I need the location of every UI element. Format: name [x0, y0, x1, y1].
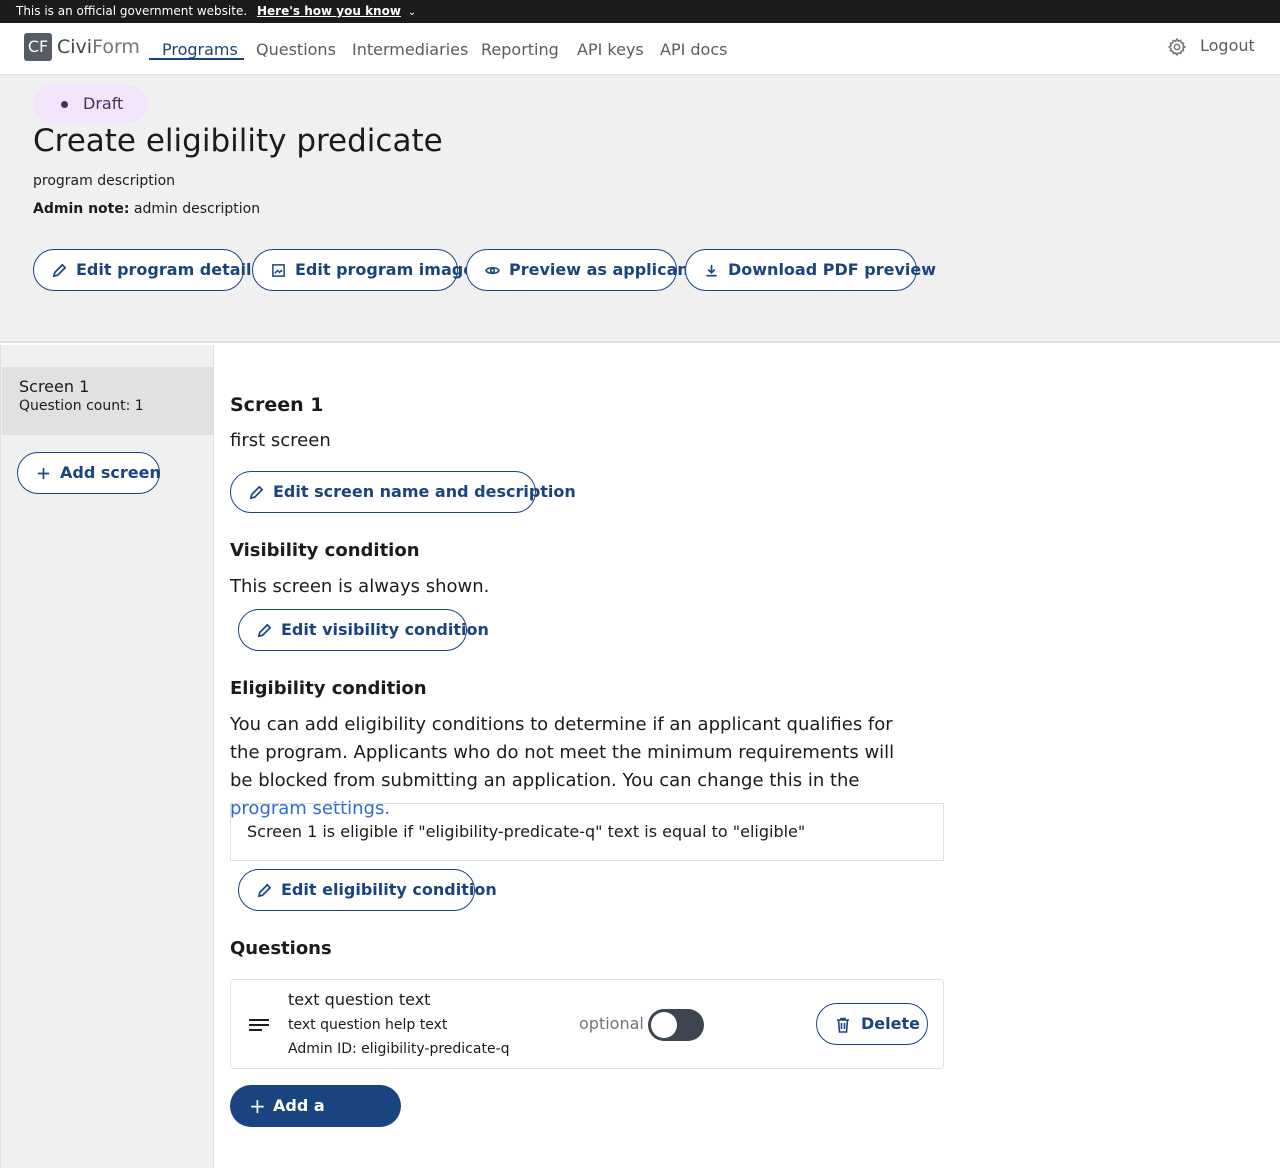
- logout-link[interactable]: Logout: [1200, 36, 1255, 55]
- pencil-icon: [249, 485, 264, 500]
- page-title: Create eligibility predicate: [33, 123, 443, 159]
- pencil-icon: [257, 623, 272, 638]
- program-description: program description: [33, 173, 176, 189]
- status-badge: Draft: [33, 85, 148, 123]
- question-admin-id: Admin ID: eligibility-predicate-q: [288, 1041, 510, 1057]
- screens-sidebar: Screen 1 Question count: 1 Add screen: [0, 345, 214, 1168]
- program-header: Draft Create eligibility predicate progr…: [0, 75, 1280, 343]
- plus-icon: +: [249, 1094, 266, 1118]
- download-pdf-preview-button[interactable]: Download PDF preview: [685, 249, 936, 291]
- nav-intermediaries[interactable]: Intermediaries: [352, 40, 468, 59]
- toggle-knob: [651, 1012, 677, 1038]
- how-you-know-link[interactable]: Here's how you know: [257, 4, 401, 18]
- add-screen-button[interactable]: Add screen: [17, 452, 161, 494]
- screen-description: first screen: [230, 430, 331, 451]
- screen-title: Screen 1: [230, 394, 324, 416]
- status-dot-icon: [61, 101, 68, 108]
- text-lines-icon: [249, 1019, 269, 1031]
- plus-icon: [37, 467, 50, 480]
- edit-program-image-button[interactable]: Edit program image: [252, 249, 474, 291]
- edit-visibility-button[interactable]: Edit visibility condition: [238, 609, 489, 651]
- sidebar-item-screen-1[interactable]: Screen 1 Question count: 1: [2, 367, 213, 435]
- pencil-icon: [257, 883, 272, 898]
- admin-note: Admin note: admin description: [33, 201, 260, 217]
- eligibility-heading: Eligibility condition: [230, 678, 427, 699]
- logo-text: CiviForm: [57, 36, 140, 58]
- pencil-icon: [52, 263, 67, 278]
- logo[interactable]: CF CiviForm: [24, 33, 140, 61]
- logo-mark: CF: [24, 33, 52, 61]
- eligibility-predicate: Screen 1 is eligible if "eligibility-pre…: [230, 803, 944, 861]
- chevron-down-icon[interactable]: ⌄: [408, 1, 416, 24]
- trash-icon: [837, 1017, 849, 1033]
- preview-as-applicant-button[interactable]: Preview as applicant: [466, 249, 696, 291]
- admin-note-label: Admin note:: [33, 201, 130, 217]
- eye-icon: [485, 266, 500, 275]
- admin-note-value: admin description: [133, 201, 261, 217]
- screen-name: Screen 1: [19, 377, 90, 396]
- question-text: text question text: [288, 990, 431, 1009]
- image-icon: [272, 264, 285, 277]
- question-help-text: text question help text: [288, 1017, 448, 1033]
- nav-questions[interactable]: Questions: [256, 40, 336, 59]
- nav-active-indicator: [149, 58, 244, 60]
- edit-program-details-button[interactable]: Edit program details: [33, 249, 261, 291]
- edit-screen-name-button[interactable]: Edit screen name and description: [230, 471, 576, 513]
- question-count: Question count: 1: [19, 398, 144, 414]
- visibility-heading: Visibility condition: [230, 540, 420, 561]
- edit-eligibility-button[interactable]: Edit eligibility condition: [238, 869, 497, 911]
- nav-programs[interactable]: Programs: [162, 40, 238, 59]
- nav-reporting[interactable]: Reporting: [481, 40, 559, 59]
- add-question-button[interactable]: + Add a question: [230, 1085, 401, 1157]
- nav-api-docs[interactable]: API docs: [660, 40, 727, 59]
- download-icon: [706, 264, 717, 277]
- delete-question-button[interactable]: Delete: [816, 1003, 928, 1045]
- gear-icon[interactable]: [1167, 37, 1187, 57]
- gov-banner: This is an official government website. …: [0, 0, 1280, 23]
- visibility-text: This screen is always shown.: [230, 576, 490, 597]
- optional-toggle[interactable]: [648, 1009, 704, 1041]
- question-card: text question text text question help te…: [230, 979, 944, 1069]
- top-nav: CF CiviForm Programs Questions Intermedi…: [0, 23, 1280, 75]
- questions-heading: Questions: [230, 938, 332, 959]
- gov-banner-text: This is an official government website.: [16, 4, 248, 18]
- status-label: Draft: [83, 94, 124, 113]
- optional-label: optional: [579, 1014, 644, 1033]
- nav-api-keys[interactable]: API keys: [577, 40, 644, 59]
